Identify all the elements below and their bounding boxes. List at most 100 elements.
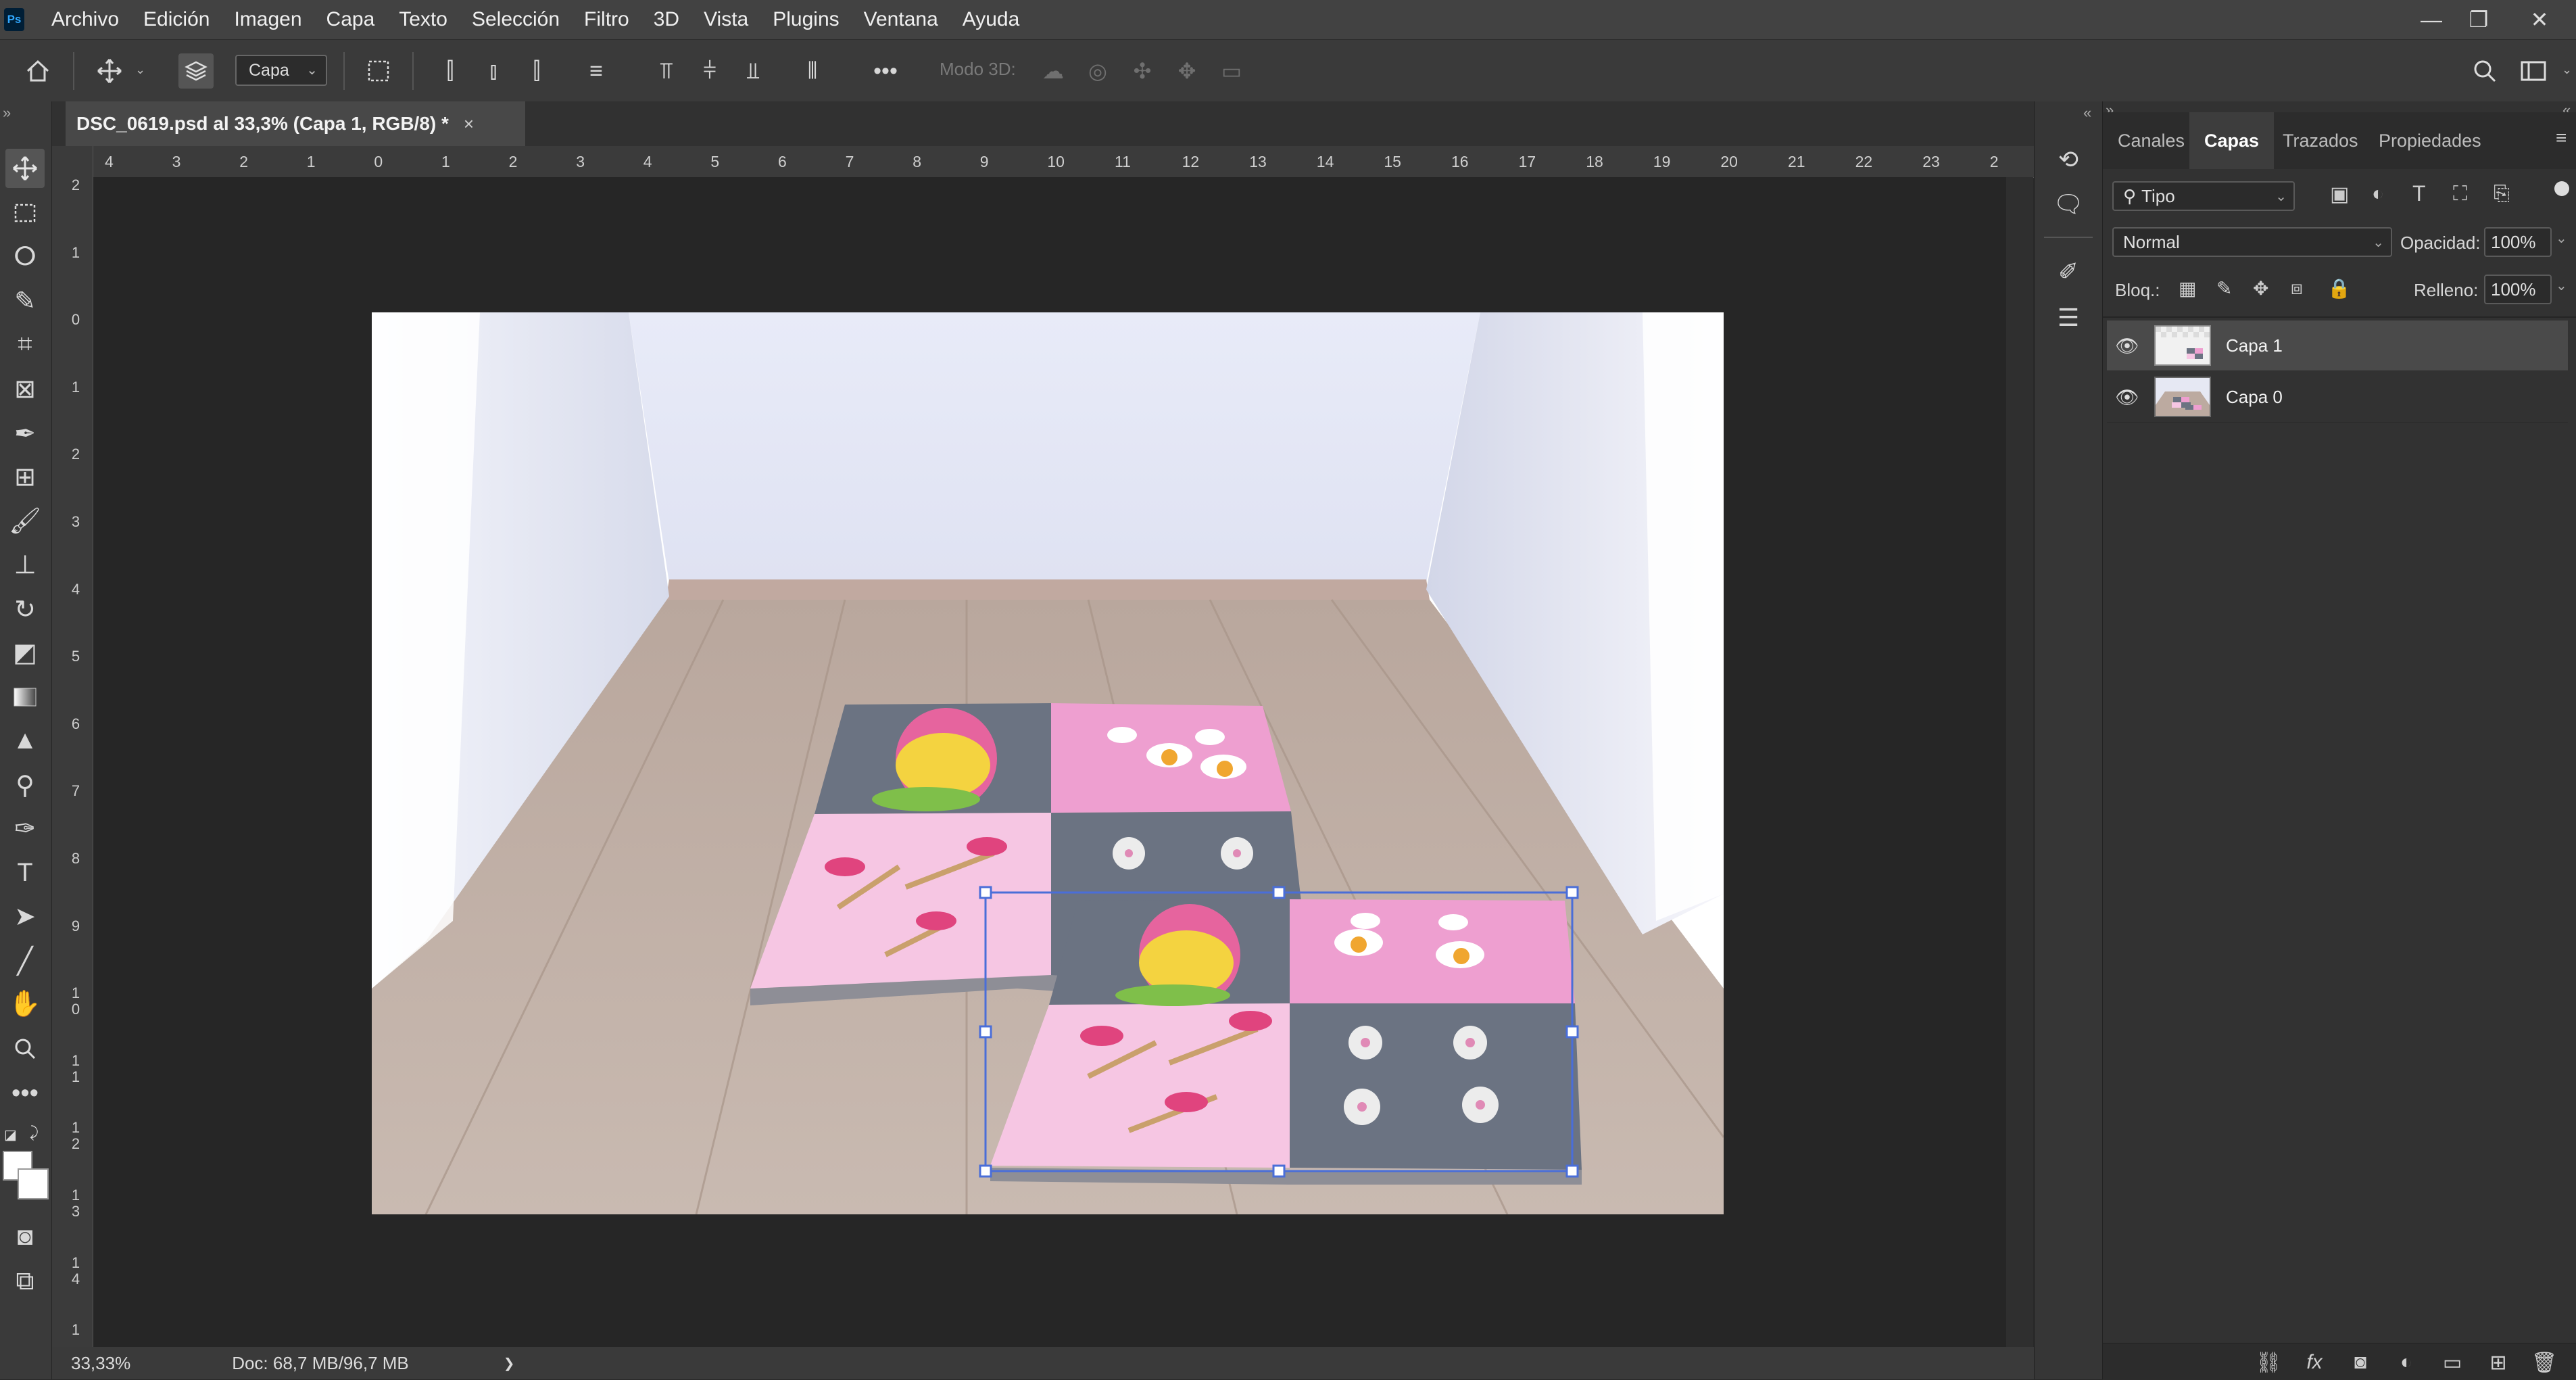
zoom-level[interactable]: 33,33% [71, 1353, 130, 1374]
lock-all-icon[interactable]: 🔒 [2327, 277, 2351, 300]
lock-position-icon[interactable]: ✥ [2253, 277, 2268, 300]
transform-controls-icon[interactable] [361, 53, 396, 89]
status-menu-arrow-icon[interactable]: ❯ [504, 1355, 515, 1372]
menu-3d[interactable]: 3D [641, 0, 691, 39]
move-tool-icon[interactable] [92, 53, 127, 89]
drag-3d-icon[interactable]: ✣ [1127, 56, 1157, 86]
link-layers-icon[interactable]: ⛓ [2252, 1349, 2285, 1376]
tab-canales[interactable]: Canales [2103, 112, 2200, 169]
menu-archivo[interactable]: Archivo [24, 0, 131, 39]
align-right-icon[interactable]: ⫿ [519, 53, 554, 89]
comments-panel-icon[interactable]: 🗨 [2048, 184, 2089, 224]
chevron-down-icon[interactable]: ⌄ [2562, 63, 2572, 77]
filter-adjustment-icon[interactable]: ◐ [2372, 183, 2384, 206]
layer-row[interactable]: 👁 Capa 1 [2107, 320, 2568, 371]
camera-3d-icon[interactable]: ▭ [1217, 56, 1246, 86]
quick-select-icon[interactable]: ✎ [5, 281, 45, 320]
history-brush-icon[interactable]: ↻ [5, 590, 45, 629]
add-mask-icon[interactable]: ◙ [2343, 1349, 2377, 1376]
filter-shape-icon[interactable]: ⛶ [2453, 183, 2467, 206]
eyedropper-icon[interactable]: ✒ [5, 414, 45, 453]
gradient-icon[interactable] [5, 677, 45, 717]
tab-propiedades[interactable]: Propiedades [2364, 112, 2496, 169]
new-adjustment-layer-icon[interactable]: ◐ [2389, 1349, 2423, 1376]
auto-select-target-dropdown[interactable]: Capa ⌄ [235, 55, 327, 86]
lock-artboard-icon[interactable]: ⧈ [2291, 277, 2303, 300]
dodge-icon[interactable]: ⚲ [5, 765, 45, 805]
visibility-eye-icon[interactable]: 👁 [2107, 386, 2147, 408]
swap-colors-icon[interactable]: ⤸ [30, 1124, 39, 1141]
layer-name[interactable]: Capa 1 [2226, 335, 2283, 356]
filter-type-icon[interactable]: T [2412, 181, 2426, 206]
chevron-down-icon[interactable]: ⌄ [2556, 277, 2567, 294]
new-layer-icon[interactable]: ⊞ [2481, 1349, 2515, 1376]
menu-ventana[interactable]: Ventana [852, 0, 950, 39]
tab-capas[interactable]: Capas [2189, 112, 2275, 169]
chevron-down-icon[interactable]: ⌄ [2556, 230, 2567, 247]
filter-smart-object-icon[interactable]: ⎘ [2494, 183, 2510, 206]
move-icon[interactable] [5, 149, 45, 188]
menu-plugins[interactable]: Plugins [760, 0, 851, 39]
screen-mode-icon[interactable]: ⧉ [5, 1262, 45, 1301]
more-tools-icon[interactable]: ••• [5, 1074, 45, 1113]
menu-edicion[interactable]: Edición [131, 0, 222, 39]
auto-select-layers-icon[interactable] [178, 53, 214, 89]
menu-seleccion[interactable]: Selección [460, 0, 572, 39]
menu-texto[interactable]: Texto [387, 0, 460, 39]
delete-layer-icon[interactable]: 🗑 [2527, 1349, 2561, 1376]
adjustments-panel-icon[interactable]: ☰ [2048, 298, 2089, 338]
lasso-icon[interactable]: ⵔ [5, 237, 45, 276]
history-panel-icon[interactable]: ⟲ [2048, 139, 2089, 180]
filter-pixel-icon[interactable]: ▣ [2330, 183, 2349, 206]
distribute-icon[interactable]: ≡ [579, 53, 614, 89]
fill-input[interactable]: 100% [2484, 275, 2552, 304]
document-tab[interactable]: DSC_0619.psd al 33,3% (Capa 1, RGB/8) * … [66, 101, 525, 146]
lock-image-icon[interactable]: ✎ [2216, 277, 2232, 300]
hand-icon[interactable]: ✋ [5, 984, 45, 1024]
frame-icon[interactable]: ⊠ [5, 369, 45, 408]
align-bottom-icon[interactable]: ⫫ [735, 53, 771, 89]
opacity-input[interactable]: 100% [2484, 227, 2552, 257]
zoom-icon[interactable] [5, 1029, 45, 1068]
more-options-icon[interactable]: ••• [868, 53, 903, 89]
document-image[interactable] [372, 312, 1724, 1214]
close-document-icon[interactable]: × [464, 114, 474, 135]
line-icon[interactable]: ╱ [5, 941, 45, 980]
align-center-icon[interactable]: ⫾ [476, 53, 511, 89]
tab-trazados[interactable]: Trazados [2268, 112, 2373, 169]
type-icon[interactable]: T [5, 853, 45, 893]
slide-3d-icon[interactable]: ✥ [1172, 56, 1202, 86]
layer-style-fx-icon[interactable]: fx [2298, 1349, 2331, 1376]
patch-icon[interactable]: ⊞ [5, 457, 45, 496]
roll-3d-icon[interactable]: ◎ [1083, 56, 1113, 86]
restore-button[interactable]: ❐ [2455, 0, 2502, 39]
quick-mask-icon[interactable]: ◙ [5, 1217, 45, 1256]
align-middle-icon[interactable]: ⫩ [692, 53, 727, 89]
filter-toggle-icon[interactable] [2554, 181, 2569, 196]
layer-name[interactable]: Capa 0 [2226, 387, 2283, 408]
panel-collapse-icon[interactable]: » [0, 104, 54, 122]
pen-icon[interactable]: ✑ [5, 809, 45, 848]
expand-panels-icon[interactable]: « [2083, 104, 2091, 122]
stamp-icon[interactable]: ⊥ [5, 545, 45, 584]
menu-filtro[interactable]: Filtro [572, 0, 641, 39]
chevron-down-icon[interactable]: ⌄ [135, 63, 145, 77]
align-left-icon[interactable]: ⫿ [433, 53, 468, 89]
background-color-swatch[interactable] [18, 1168, 49, 1199]
new-group-icon[interactable]: ▭ [2435, 1349, 2469, 1376]
menu-vista[interactable]: Vista [691, 0, 760, 39]
lock-transparent-icon[interactable]: ▦ [2179, 277, 2196, 300]
default-colors-icon[interactable]: ◪ [4, 1126, 17, 1143]
visibility-eye-icon[interactable]: 👁 [2107, 335, 2147, 357]
panel-menu-icon[interactable]: ≡ [2556, 127, 2567, 149]
align-top-icon[interactable]: ⫪ [649, 53, 684, 89]
crop-icon[interactable]: ⌗ [5, 325, 45, 364]
close-window-button[interactable]: ✕ [2516, 0, 2563, 39]
eraser-icon[interactable]: ◩ [5, 633, 45, 672]
search-icon[interactable] [2467, 53, 2502, 89]
orbit-3d-icon[interactable]: ☁ [1038, 56, 1068, 86]
distribute-vertical-icon[interactable]: ⦀ [795, 53, 830, 89]
brush-settings-icon[interactable]: ✐ [2048, 252, 2089, 292]
menu-imagen[interactable]: Imagen [222, 0, 314, 39]
blend-mode-dropdown[interactable]: Normal ⌄ [2112, 227, 2392, 257]
